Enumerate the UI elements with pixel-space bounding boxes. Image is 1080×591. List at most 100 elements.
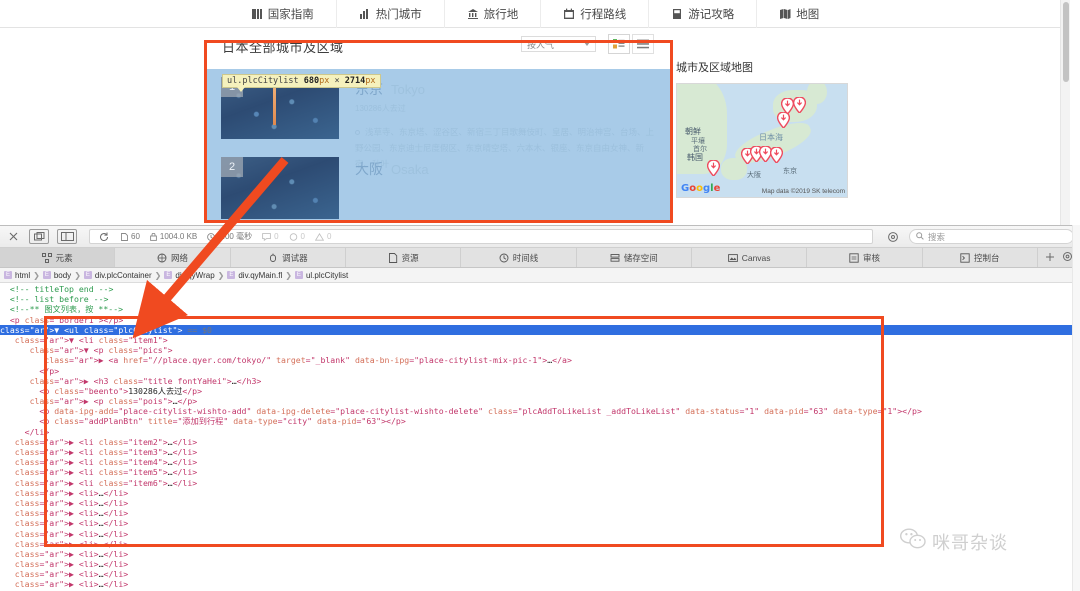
dom-tree-line[interactable]: class="ar">▶ <li class="item3">…</li> <box>0 447 1080 457</box>
list-view-button[interactable] <box>632 34 654 54</box>
notebook-icon <box>671 8 683 20</box>
dom-tree-line[interactable]: class="ar">▶ <li>…</li> <box>0 579 1080 589</box>
chevron-down-icon <box>584 42 590 46</box>
tab-elements[interactable]: 元素 <box>0 248 116 267</box>
element-size-tooltip: ul.plcCitylist 680px × 2714px <box>222 74 381 92</box>
tab-debugger[interactable]: 调试器 <box>231 248 346 267</box>
dom-tree-line[interactable]: </p> <box>0 366 1080 376</box>
nav-item-places[interactable]: 旅行地 <box>445 0 542 28</box>
split-pane-icon[interactable] <box>57 229 77 244</box>
message-icon[interactable]: 0 <box>262 232 279 241</box>
dom-tree-line[interactable]: <!-- list before --> <box>0 294 1080 304</box>
dom-tree-line[interactable]: <p class="border1"></p> <box>0 315 1080 325</box>
nav-item-hot-cities[interactable]: 热门城市 <box>337 0 445 28</box>
devtools-status-bar: 60 1004.0 KB 0.00 毫秒 0 0 0 <box>89 229 873 244</box>
wechat-icon <box>899 528 926 555</box>
scrollbar-thumb[interactable] <box>1063 2 1069 82</box>
breadcrumb-item-html[interactable]: Ehtml <box>4 271 30 280</box>
dom-tree-line[interactable]: class="ar">▼ <p class="pics"> <box>0 345 1080 355</box>
browser-viewport: 国家指南 热门城市 旅行地 行程路线 游记攻略 地图 日本全部城市及区域 按人气… <box>0 0 1070 225</box>
dom-tree-line[interactable]: class="ar">▼ <li class="item1"> <box>0 335 1080 345</box>
dom-tree-line[interactable]: class="ar">▶ <li>…</li> <box>0 488 1080 498</box>
map-label: 韩国 <box>687 153 703 162</box>
tab-timeline[interactable]: 时间线 <box>461 248 577 267</box>
dom-tree-line[interactable]: class="ar">▶ <li class="item6">…</li> <box>0 478 1080 488</box>
breadcrumb-separator: ❯ <box>217 270 225 280</box>
city-visit-count: 130286人去过 <box>355 104 406 113</box>
tooltip-width: 680 <box>303 76 320 86</box>
view-mode-buttons <box>608 34 654 54</box>
breadcrumb-item-qymain[interactable]: Ediv.qyMain.fl <box>227 271 282 280</box>
tab-label: 控制台 <box>974 252 1000 263</box>
audit-icon <box>849 252 859 263</box>
warning-icon[interactable]: 0 <box>289 232 305 241</box>
dom-tree-line[interactable]: <p class="beento">130286人去过</p> <box>0 386 1080 396</box>
dom-tree-line[interactable]: class="ar">▶ <li class="item5">…</li> <box>0 467 1080 477</box>
breadcrumb-separator: ❯ <box>33 270 40 280</box>
gear-icon[interactable] <box>885 230 901 244</box>
nav-item-routes[interactable]: 行程路线 <box>541 0 650 28</box>
tab-network[interactable]: 网络 <box>115 248 231 267</box>
page-scrollbar[interactable] <box>1060 0 1070 225</box>
watermark-text: 咪哥杂谈 <box>932 532 1008 553</box>
breadcrumb-item-body[interactable]: Ebody <box>42 271 71 280</box>
breadcrumb-separator: ❯ <box>154 270 162 280</box>
map-marker-icon[interactable] <box>707 160 720 176</box>
dom-tree-line[interactable]: <p data-ipg-add="place-citylist-wishto-a… <box>0 406 1080 416</box>
breadcrumb-item-plccitylist[interactable]: Eul.plcCitylist <box>294 270 349 280</box>
dock-window-icon[interactable] <box>29 229 49 244</box>
reload-icon[interactable] <box>96 230 111 244</box>
breadcrumb-item-plccontainer[interactable]: Ediv.plcContainer <box>83 271 152 280</box>
stat-value: 0.00 毫秒 <box>218 232 253 241</box>
dom-tree-line[interactable]: class="ar">▶ <li>…</li> <box>0 508 1080 518</box>
map-marker-icon[interactable] <box>770 147 783 163</box>
dom-tree-line[interactable]: class="ar">▶ <li>…</li> <box>0 498 1080 508</box>
city-icon <box>359 8 371 20</box>
devtools-scrollbar[interactable] <box>1072 225 1080 591</box>
tab-audit[interactable]: 审核 <box>807 248 923 267</box>
stat-value: 1004.0 KB <box>159 232 198 241</box>
tab-resources[interactable]: 资源 <box>346 248 462 267</box>
stat-value: 60 <box>131 232 140 241</box>
map-label: 大阪 <box>747 172 761 179</box>
dom-tree-line[interactable]: <!--** 图文列表，按 **--> <box>0 304 1080 314</box>
tab-canvas[interactable]: Canvas <box>692 248 808 267</box>
nav-item-label: 国家指南 <box>267 8 314 21</box>
nav-item-map[interactable]: 地图 <box>757 0 841 28</box>
breadcrumb-item-qywrap[interactable]: Ediv.qyWrap <box>164 271 215 280</box>
close-icon[interactable] <box>6 230 21 244</box>
tab-storage[interactable]: 储存空间 <box>577 248 692 267</box>
dom-tree-line[interactable]: class="ar">▶ <li class="item4">…</li> <box>0 457 1080 467</box>
dom-tree-line[interactable]: <p class="addPlanBtn" title="添加到行程" data… <box>0 416 1080 426</box>
dom-tree-line[interactable]: class="ar">▶ <li class="item2">…</li> <box>0 437 1080 447</box>
city-list-item[interactable]: 2 大阪 Osaka <box>207 149 672 221</box>
tab-console[interactable]: 控制台 <box>923 248 1038 267</box>
tooltip-unit-w: px <box>319 76 330 86</box>
nav-item-country-guide[interactable]: 国家指南 <box>229 0 337 28</box>
nav-item-travel-notes[interactable]: 游记攻略 <box>649 0 758 28</box>
dom-tree-line[interactable]: <!-- titleTop end --> <box>0 284 1080 294</box>
dom-tree-line[interactable]: class="ar">▼ <ul class="plcCitylist"> ==… <box>0 324 1080 335</box>
dom-tree-line[interactable]: class="ar">▶ <p class="pois">…</p> <box>0 396 1080 406</box>
devtools-search-input[interactable]: 搜索 <box>909 229 1074 244</box>
breadcrumb-label: ul.plcCitylist <box>305 270 349 280</box>
google-map[interactable]: 朝鲜 平壤 首尔 韩国 日本海 东京 大阪 Google Map data ©2… <box>676 83 848 198</box>
map-marker-icon[interactable] <box>793 97 806 113</box>
element-badge-icon: E <box>4 271 12 279</box>
nav-item-label: 旅行地 <box>483 8 519 21</box>
search-icon <box>916 231 924 242</box>
stat-time: 0.00 毫秒 <box>207 231 252 242</box>
city-list[interactable]: 1 东京Tokyo 130286人去过 浅草寺、东京塔、涩谷区、新宿三丁目歌舞伎… <box>207 69 672 221</box>
dom-tree-line[interactable]: class="ar">▶ <h3 class="title fontYaHei"… <box>0 376 1080 386</box>
dom-tree-line[interactable]: class="ar">▶ <li>…</li> <box>0 569 1080 579</box>
grid-view-button[interactable] <box>608 34 630 54</box>
plus-icon[interactable] <box>1045 249 1055 267</box>
dom-tree-line[interactable]: class="ar">▶ <li>…</li> <box>0 518 1080 528</box>
dom-tree-line[interactable]: class="ar">▶ <a href="//place.qyer.com/t… <box>0 355 1080 365</box>
map-marker-icon[interactable] <box>777 112 790 128</box>
nav-item-label: 游记攻略 <box>688 8 735 21</box>
dom-tree-line[interactable]: class="ar">▶ <li>…</li> <box>0 559 1080 569</box>
dom-tree-line[interactable]: </li> <box>0 427 1080 437</box>
error-icon[interactable]: 0 <box>314 232 331 241</box>
sort-select[interactable]: 按人气 <box>521 36 596 52</box>
